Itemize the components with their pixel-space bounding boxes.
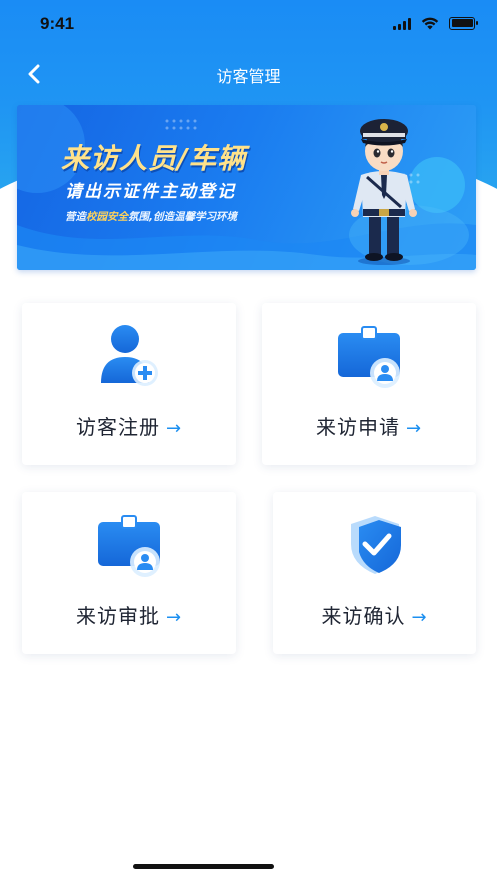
signal-icon bbox=[393, 17, 411, 30]
status-time: 9:41 bbox=[40, 14, 75, 33]
nav-bar: 访客管理 bbox=[0, 52, 497, 96]
wifi-icon bbox=[421, 17, 439, 30]
card-visit-approve[interactable]: 来访审批 → bbox=[22, 492, 236, 654]
battery-icon bbox=[449, 16, 478, 30]
promo-banner: 来访人员/车辆 请出示证件主动登记 营造校园安全氛围,创造温馨学习环境 bbox=[17, 105, 476, 270]
card-label-visit-approve: 来访审批 → bbox=[75, 604, 183, 628]
card-label-visit-apply: 来访申请 → bbox=[315, 415, 423, 439]
id-badge-icon bbox=[338, 326, 400, 388]
page-title: 访客管理 bbox=[216, 67, 281, 86]
visitor-management-screen: 9:41 访客管理 来访人员/车辆 请出示证件主动登记 营造校园安全氛围,创造温… bbox=[0, 0, 497, 883]
police-officer-illustration bbox=[351, 119, 417, 265]
shield-check-icon bbox=[350, 516, 401, 574]
banner-title: 来访人员/车辆 bbox=[61, 142, 247, 175]
card-visit-confirm[interactable]: 来访确认 → bbox=[273, 492, 476, 654]
home-indicator bbox=[133, 864, 274, 869]
banner-slogan: 营造校园安全氛围,创造温馨学习环境 bbox=[65, 211, 237, 223]
status-bar: 9:41 bbox=[0, 0, 497, 48]
card-label-visitor-register: 访客注册 → bbox=[75, 415, 183, 439]
id-badge-icon bbox=[98, 515, 160, 577]
user-add-icon bbox=[101, 325, 158, 386]
card-label-visit-confirm: 来访确认 → bbox=[321, 604, 428, 628]
arrow-right-icon: → bbox=[411, 607, 428, 628]
card-visitor-register[interactable]: 访客注册 → bbox=[22, 303, 236, 465]
arrow-right-icon: → bbox=[165, 418, 183, 439]
arrow-right-icon: → bbox=[405, 418, 423, 439]
banner-subtitle: 请出示证件主动登记 bbox=[65, 182, 236, 202]
arrow-right-icon: → bbox=[165, 607, 183, 628]
status-icons bbox=[393, 16, 478, 30]
card-visit-apply[interactable]: 来访申请 → bbox=[262, 303, 476, 465]
